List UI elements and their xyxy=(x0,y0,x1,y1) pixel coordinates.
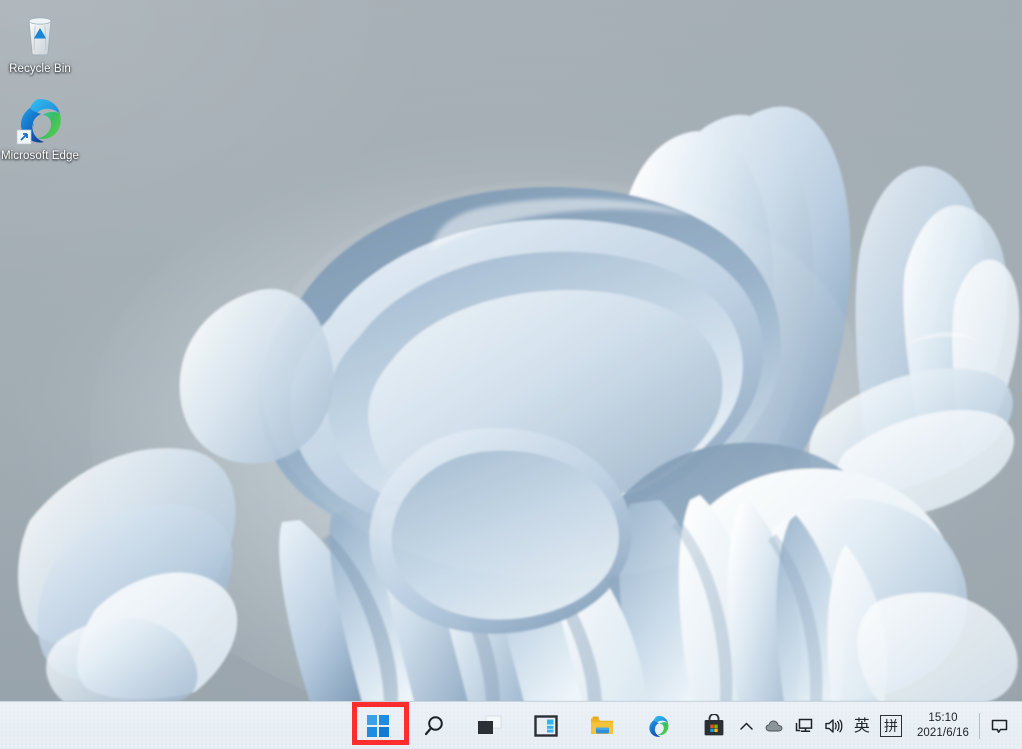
chat-bubble-icon xyxy=(991,719,1007,733)
taskbar-button-store[interactable] xyxy=(694,706,734,746)
taskbar-center-group xyxy=(352,702,742,749)
chevron-up-icon xyxy=(740,721,753,730)
clock-time: 15:10 xyxy=(928,712,958,724)
task-view-icon xyxy=(478,715,502,734)
clock-date: 2021/6/16 xyxy=(916,727,969,739)
network-monitor-icon xyxy=(795,718,813,732)
desktop-icon-label: Recycle Bin xyxy=(9,63,71,75)
bloom-wallpaper-art xyxy=(17,106,1020,702)
ime-pinyin-indicator: 拼 xyxy=(879,715,902,737)
desktop-icon-recycle-bin[interactable]: Recycle Bin xyxy=(0,8,80,76)
tray-network[interactable] xyxy=(790,707,819,745)
folder-icon xyxy=(591,716,613,734)
widgets-icon xyxy=(534,715,558,737)
desktop-icon-microsoft-edge[interactable]: Microsoft Edge xyxy=(0,95,80,163)
cloud-icon xyxy=(765,720,783,731)
taskbar-button-edge[interactable] xyxy=(638,706,678,746)
taskbar-button-search[interactable] xyxy=(414,706,454,746)
taskbar-button-file-explorer[interactable] xyxy=(582,706,622,746)
tray-ime-mode[interactable]: 拼 xyxy=(875,707,907,745)
taskbar-button-widgets[interactable] xyxy=(526,706,566,746)
tray-ime-language[interactable]: 英 xyxy=(849,707,875,745)
search-icon xyxy=(424,716,443,736)
edge-icon xyxy=(14,95,66,147)
taskbar-clock[interactable]: 15:10 2021/6/16 xyxy=(907,711,977,741)
taskbar-button-task-view[interactable] xyxy=(470,706,510,746)
ime-language-indicator: 英 xyxy=(853,716,870,735)
desktop-icon-label: Microsoft Edge xyxy=(0,150,80,162)
taskbar: 英 拼 15:10 2021/6/16 xyxy=(0,701,1022,749)
tray-volume[interactable] xyxy=(819,707,849,745)
tray-show-hidden-icons[interactable] xyxy=(733,707,760,745)
speaker-icon xyxy=(825,719,843,733)
taskbar-button-notification-center[interactable] xyxy=(982,707,1016,745)
store-bag-icon xyxy=(704,714,724,736)
edge-icon xyxy=(648,715,668,737)
windows-logo-icon xyxy=(367,715,389,737)
desktop-wallpaper[interactable]: Recycle Bin Microsoft Edge xyxy=(0,0,1022,702)
tray-divider xyxy=(979,713,980,739)
tray-onedrive[interactable] xyxy=(760,707,790,745)
recycle-bin-icon xyxy=(14,8,66,60)
taskbar-button-start[interactable] xyxy=(358,706,398,746)
system-tray: 英 拼 15:10 2021/6/16 xyxy=(733,702,1022,749)
